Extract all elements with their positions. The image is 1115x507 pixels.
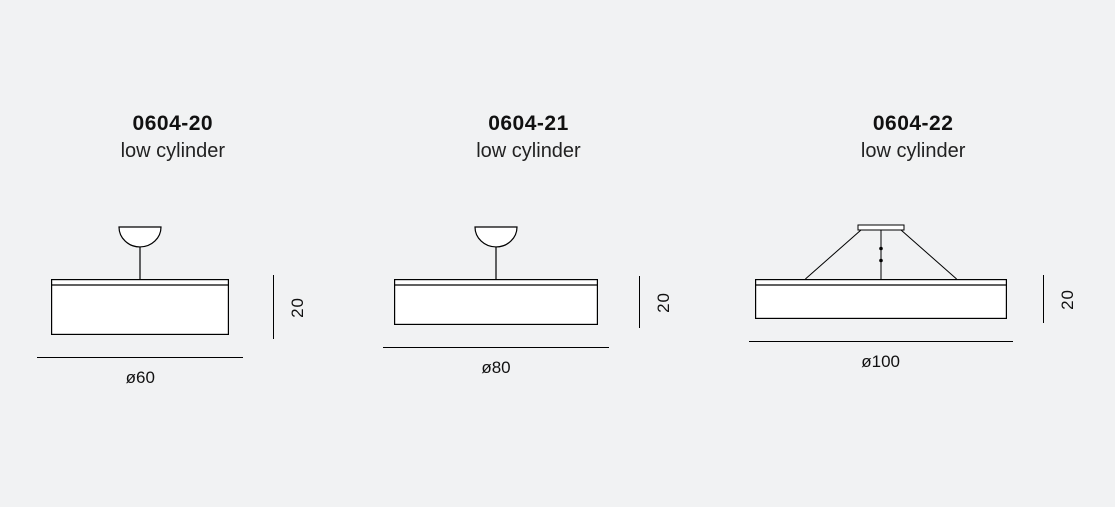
figure-column: ø100 xyxy=(749,223,1013,372)
figure-column: ø60 xyxy=(37,223,243,388)
product-description: low cylinder xyxy=(861,138,965,165)
variant-0604-21: 0604-21low cylinder ø80 20 xyxy=(383,110,674,378)
product-description: low cylinder xyxy=(476,138,580,165)
variant-0604-22: 0604-22low cylinder ø100 20 xyxy=(749,110,1078,372)
height-dimension-group: 20 xyxy=(639,276,674,328)
height-dimension-group: 20 xyxy=(1043,275,1078,323)
variant-title-block: 0604-20low cylinder xyxy=(121,110,225,165)
diameter-label: ø100 xyxy=(861,352,900,372)
product-code: 0604-22 xyxy=(861,110,965,138)
diameter-dimension-line xyxy=(749,341,1013,342)
height-label: 20 xyxy=(1058,289,1078,310)
lamp-drawing xyxy=(51,223,229,335)
figure-row: ø60 20 xyxy=(37,223,308,388)
figure-row: ø80 20 xyxy=(383,223,674,378)
height-label: 20 xyxy=(654,292,674,313)
diameter-dimension-line xyxy=(37,357,243,358)
diameter-label: ø80 xyxy=(481,358,510,378)
product-description: low cylinder xyxy=(121,138,225,165)
height-dimension-line xyxy=(1043,275,1044,323)
lamp-drawing xyxy=(755,223,1007,319)
height-dimension-line xyxy=(639,276,640,328)
diameter-label: ø60 xyxy=(126,368,155,388)
variant-0604-20: 0604-20low cylinder ø60 20 xyxy=(37,110,308,388)
lamp-drawing xyxy=(394,223,598,325)
variant-title-block: 0604-21low cylinder xyxy=(476,110,580,165)
figure-row: ø100 20 xyxy=(749,223,1078,372)
product-code: 0604-20 xyxy=(121,110,225,138)
diameter-dimension-line xyxy=(383,347,609,348)
height-label: 20 xyxy=(288,297,308,318)
figure-column: ø80 xyxy=(383,223,609,378)
height-dimension-group: 20 xyxy=(273,275,308,339)
height-dimension-line xyxy=(273,275,274,339)
variant-title-block: 0604-22low cylinder xyxy=(861,110,965,165)
product-code: 0604-21 xyxy=(476,110,580,138)
